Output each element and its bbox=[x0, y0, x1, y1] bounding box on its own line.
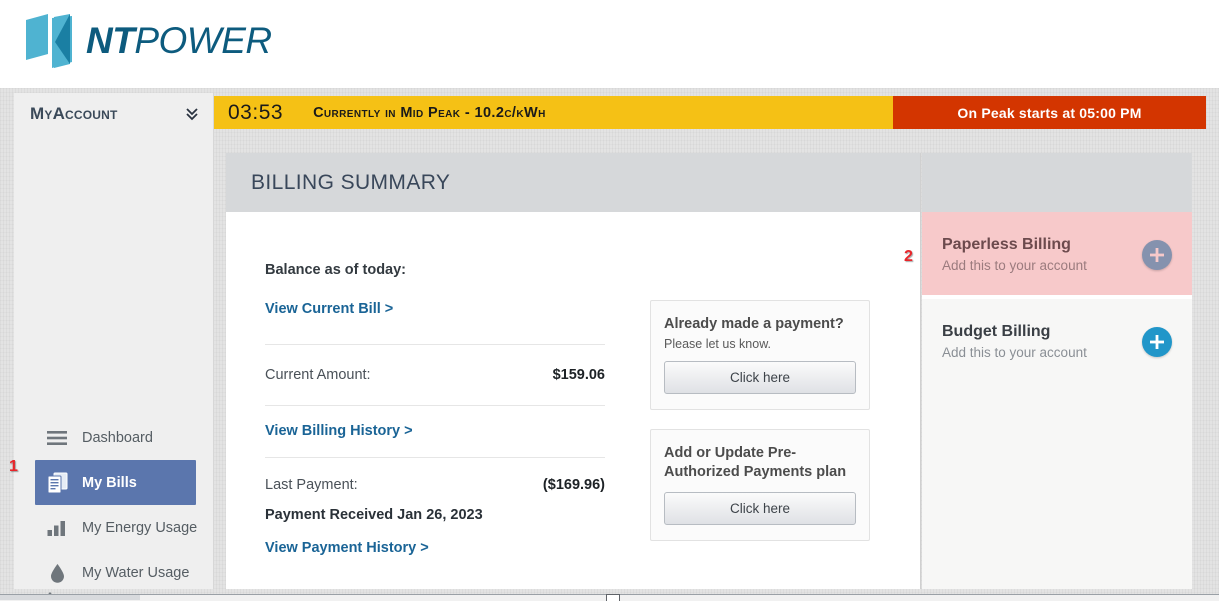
current-rate-message: Currently in Mid Peak - 10.2c/kWh bbox=[313, 104, 546, 121]
sidebar-item-dashboard[interactable]: Dashboard bbox=[14, 415, 214, 460]
balance-label: Balance as of today: bbox=[265, 262, 407, 278]
scrollbar-thumb[interactable] bbox=[606, 594, 620, 601]
sidebar-item-label: Dashboard bbox=[82, 429, 153, 446]
last-payment-label: Last Payment: bbox=[265, 477, 358, 493]
logo-wordmark: NTPOWER bbox=[86, 20, 272, 62]
add-budget-billing-button[interactable] bbox=[1142, 326, 1172, 357]
mid-peak-banner: 03:53 Currently in Mid Peak - 10.2c/kWh bbox=[211, 96, 893, 129]
site-logo[interactable]: NTPOWER bbox=[22, 10, 272, 72]
promo-title: Paperless Billing bbox=[942, 236, 1071, 253]
already-paid-click-here-button[interactable]: Click here bbox=[664, 360, 856, 394]
sidebar-item-label: My Water Usage bbox=[82, 564, 190, 581]
sidebar-item-my-bills[interactable]: My Bills bbox=[35, 460, 196, 505]
logo-nt: NT bbox=[86, 20, 135, 61]
last-payment-row: Last Payment: ($169.96) bbox=[265, 458, 605, 493]
nt-power-logo-icon bbox=[26, 14, 72, 68]
payment-received-text: Payment Received Jan 26, 2023 bbox=[265, 507, 483, 523]
double-chevron-down-icon[interactable] bbox=[185, 106, 199, 122]
on-peak-banner: On Peak starts at 05:00 PM bbox=[893, 96, 1206, 129]
promo-text-group: Budget Billing Add this to your account bbox=[942, 323, 1087, 360]
sidebar-item-my-water-usage[interactable]: My Water Usage bbox=[14, 550, 214, 595]
promo-title: Budget Billing bbox=[942, 323, 1051, 340]
horizontal-scrollbar[interactable] bbox=[0, 594, 1219, 601]
sidebar-title: MyAccount bbox=[30, 104, 118, 123]
billing-summary-card: BILLING SUMMARY Balance as of today: Vie… bbox=[226, 153, 921, 601]
promo-budget-billing[interactable]: Budget Billing Add this to your account bbox=[922, 299, 1192, 382]
already-paid-box: Already made a payment? Please let us kn… bbox=[650, 300, 870, 410]
last-payment-value: ($169.96) bbox=[542, 477, 605, 493]
add-paperless-billing-button[interactable] bbox=[1142, 239, 1172, 270]
promotions-panel-header bbox=[922, 153, 1192, 212]
already-paid-title: Already made a payment? bbox=[664, 316, 844, 332]
sidebar-item-label: My Energy Usage bbox=[82, 519, 198, 536]
next-period-message: On Peak starts at 05:00 PM bbox=[957, 104, 1142, 121]
card-body: Balance as of today: View Current Bill >… bbox=[226, 212, 920, 601]
pre-authorized-payments-box: Add or Update Pre-Authorized Payments pl… bbox=[650, 428, 870, 541]
scrollbar-track bbox=[0, 595, 140, 600]
pre-authorized-title: Add or Update Pre-Authorized Payments pl… bbox=[664, 444, 847, 480]
billing-details-column: Balance as of today: View Current Bill >… bbox=[265, 262, 605, 557]
view-billing-history-link[interactable]: View Billing History > bbox=[265, 423, 413, 439]
view-current-bill-link[interactable]: View Current Bill > bbox=[265, 301, 393, 317]
page-title: BILLING SUMMARY bbox=[251, 170, 451, 194]
water-drop-icon bbox=[46, 562, 68, 584]
logo-power: POWER bbox=[134, 20, 272, 61]
already-paid-subtitle: Please let us know. bbox=[664, 336, 772, 351]
sidebar-nav-list: Dashboard My Bills My Energy Usage My Wa… bbox=[14, 415, 214, 595]
promo-paperless-billing[interactable]: Paperless Billing Add this to your accou… bbox=[922, 212, 1192, 295]
card-header: BILLING SUMMARY bbox=[226, 153, 920, 212]
logo-bar: NTPOWER bbox=[0, 0, 1219, 88]
promo-text-group: Paperless Billing Add this to your accou… bbox=[942, 236, 1087, 273]
sidebar-item-label: My Bills bbox=[82, 474, 137, 491]
peak-countdown-clock: 03:53 bbox=[228, 100, 284, 124]
promo-subtitle: Add this to your account bbox=[942, 345, 1087, 360]
payment-history-row: View Payment History > bbox=[265, 523, 605, 557]
billing-history-row: View Billing History > bbox=[265, 406, 605, 457]
promotions-panel: Paperless Billing Add this to your accou… bbox=[922, 153, 1192, 589]
current-amount-value: $159.06 bbox=[552, 367, 605, 383]
promo-subtitle: Add this to your account bbox=[942, 258, 1087, 273]
hamburger-icon bbox=[46, 427, 68, 449]
current-amount-label: Current Amount: bbox=[265, 367, 371, 383]
status-banner-row: 03:53 Currently in Mid Peak - 10.2c/kWh … bbox=[211, 96, 1206, 129]
pre-authorized-click-here-button[interactable]: Click here bbox=[664, 491, 856, 525]
annotation-marker-1: 1 bbox=[9, 458, 18, 475]
annotation-marker-2: 2 bbox=[904, 248, 913, 265]
sidebar-item-my-energy-usage[interactable]: My Energy Usage bbox=[14, 505, 214, 550]
app-page: NTPOWER 03:53 Currently in Mid Peak - 10… bbox=[0, 0, 1219, 601]
plus-icon bbox=[1150, 334, 1164, 349]
view-payment-history-link[interactable]: View Payment History > bbox=[265, 540, 429, 556]
bar-chart-icon bbox=[46, 517, 68, 539]
documents-icon bbox=[46, 472, 68, 494]
plus-icon bbox=[1150, 247, 1164, 262]
sidebar-header[interactable]: MyAccount bbox=[14, 93, 213, 135]
current-amount-row: Current Amount: $159.06 bbox=[265, 345, 605, 405]
sidebar: MyAccount Dashboard My Bills My Energy U… bbox=[14, 93, 214, 589]
payment-actions-column: Already made a payment? Please let us kn… bbox=[650, 300, 870, 541]
